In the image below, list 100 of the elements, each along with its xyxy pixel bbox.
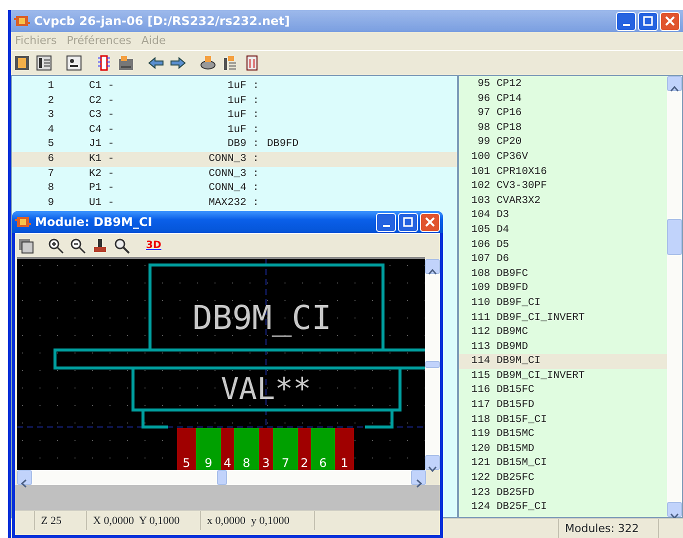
module-row[interactable]: 109 DB9FD	[459, 281, 667, 296]
view-3d-button[interactable]: 3D	[144, 238, 164, 253]
component-number: 2	[46, 94, 54, 108]
brush-icon[interactable]	[92, 238, 108, 254]
arrow-right-icon[interactable]	[170, 55, 186, 71]
module-row[interactable]: 108 DB9FC	[459, 266, 667, 282]
module-row[interactable]: 114 DB9M_CI	[459, 354, 667, 369]
app-icon	[15, 214, 31, 230]
close-icon	[665, 16, 675, 26]
module-row[interactable]: 107 D6	[459, 252, 667, 267]
component-reference: K1 -	[89, 152, 116, 167]
module-row[interactable]: 118 DB15F_CI	[459, 412, 667, 428]
footprint-icon[interactable]	[118, 55, 134, 71]
status-text: X 0,0000 Y 0,1000	[87, 511, 201, 530]
module-row[interactable]: 98 CP18	[459, 120, 667, 136]
module-row[interactable]: 115 DB9M_CI_INVERT	[459, 368, 667, 384]
component-value: CONN_3 :	[208, 152, 259, 167]
module-row[interactable]: 112 DB9MC	[459, 325, 667, 340]
component-footprint: DB9FD	[267, 137, 299, 152]
component-value: CONN_3 :	[208, 166, 259, 182]
component-row[interactable]: 8 P1 - CONN_4 :	[12, 181, 457, 196]
minimize-button[interactable]	[376, 212, 396, 232]
pad[interactable]: 3	[259, 428, 273, 470]
arrow-left-icon[interactable]	[148, 55, 164, 71]
component-value: MAX232 :	[208, 196, 259, 210]
module-row[interactable]: 103 CVAR3X2	[459, 194, 667, 208]
pad[interactable]: 5	[177, 428, 196, 470]
module-row[interactable]: 111 DB9F_CI_INVERT	[459, 310, 667, 326]
module-row[interactable]: 116 DB15FC	[459, 383, 667, 398]
component-number: 5	[46, 137, 54, 152]
footprint-view-icon[interactable]	[200, 55, 216, 71]
module-row[interactable]: 123 DB25FD	[459, 486, 667, 500]
component-row[interactable]: 6 K1 - CONN_3 :	[12, 152, 457, 167]
module-row[interactable]: 106 D5	[459, 238, 667, 252]
component-value: 1uF :	[226, 108, 259, 123]
status-text: Z 25	[35, 511, 87, 530]
layers-icon[interactable]	[18, 238, 34, 254]
module-row[interactable]: 101 CPR10X16	[459, 164, 667, 180]
pad[interactable]: 4	[221, 428, 234, 470]
close-button[interactable]	[420, 212, 440, 232]
maximize-icon	[643, 16, 653, 26]
module-row[interactable]: 119 DB15MC	[459, 427, 667, 442]
component-number: 3	[46, 108, 54, 123]
close-button[interactable]	[660, 12, 680, 30]
pad[interactable]: 2	[298, 428, 311, 470]
scrollbar[interactable]	[667, 76, 682, 517]
component-reference: C3 -	[89, 108, 116, 123]
minimize-icon	[622, 24, 630, 26]
list-export-icon[interactable]	[222, 55, 238, 71]
footprint-canvas[interactable]: DB9M_CI VAL** 5 9 4 8 3 7 2 6 1	[17, 259, 425, 472]
module-row[interactable]: 102 CV3-30PF	[459, 179, 667, 194]
module-row[interactable]: 104 D3	[459, 208, 667, 223]
scroll-thumb[interactable]	[425, 361, 440, 368]
minimize-button[interactable]	[616, 12, 636, 30]
module-row[interactable]: 124 DB25F_CI	[459, 500, 667, 515]
module-row[interactable]: 105 D4	[459, 222, 667, 238]
maximize-button[interactable]	[398, 212, 418, 232]
module-row[interactable]: 122 DB25FC	[459, 471, 667, 486]
film-frame-icon[interactable]	[14, 55, 30, 71]
component-row[interactable]: 7 K2 - CONN_3 :	[12, 166, 457, 182]
component-value: 1uF :	[226, 94, 259, 108]
list-icon[interactable]	[36, 55, 52, 71]
maximize-button[interactable]	[638, 12, 658, 30]
scrollbar[interactable]	[425, 259, 440, 470]
module-row[interactable]: 113 DB9MD	[459, 340, 667, 354]
chip-icon[interactable]	[96, 55, 112, 71]
component-row[interactable]: 5 J1 - DB9 : DB9FD	[12, 137, 457, 152]
module-row[interactable]: 97 CP16	[459, 106, 667, 121]
module-row[interactable]: 121 DB15M_CI	[459, 456, 667, 472]
close-icon	[425, 217, 435, 227]
module-row[interactable]: 110 DB9F_CI	[459, 296, 667, 310]
component-number: 7	[46, 166, 54, 182]
component-row[interactable]: 4 C4 - 1uF :	[12, 122, 457, 138]
scroll-thumb[interactable]	[216, 470, 226, 485]
module-row[interactable]: 120 DB15MD	[459, 442, 667, 456]
module-row[interactable]: 99 CP20	[459, 135, 667, 150]
component-row[interactable]: 9 U1 - MAX232 :	[12, 196, 457, 210]
value-label: VAL**	[220, 372, 312, 407]
component-number: 6	[46, 152, 54, 167]
module-row[interactable]: 100 CP36V	[459, 150, 667, 165]
module-row[interactable]: 117 DB15FD	[459, 398, 667, 413]
pad[interactable]: 1	[335, 428, 354, 470]
component-number: 4	[46, 122, 54, 138]
component-row[interactable]: 2 C2 - 1uF :	[12, 94, 457, 108]
maximize-icon	[403, 217, 413, 227]
module-row[interactable]: 95 CP12	[459, 77, 667, 92]
dialog-icon[interactable]	[66, 55, 82, 71]
app-icon	[14, 13, 30, 29]
window-title: Cvpcb 26-jan-06 [D:/RS232/rs232.net]	[34, 13, 290, 30]
zoom-in-icon[interactable]	[48, 238, 64, 254]
scroll-thumb[interactable]	[667, 218, 682, 254]
component-reference: K2 -	[89, 166, 116, 182]
document-icon[interactable]	[244, 55, 260, 71]
zoom-fit-icon[interactable]	[114, 238, 130, 254]
scrollbar[interactable]	[17, 470, 426, 485]
module-row[interactable]: 96 CP14	[459, 92, 667, 106]
component-row[interactable]: 3 C3 - 1uF :	[12, 108, 457, 123]
component-reference: U1 -	[89, 196, 116, 210]
component-row[interactable]: 1 C1 - 1uF :	[12, 79, 457, 94]
zoom-out-icon[interactable]	[70, 238, 86, 254]
